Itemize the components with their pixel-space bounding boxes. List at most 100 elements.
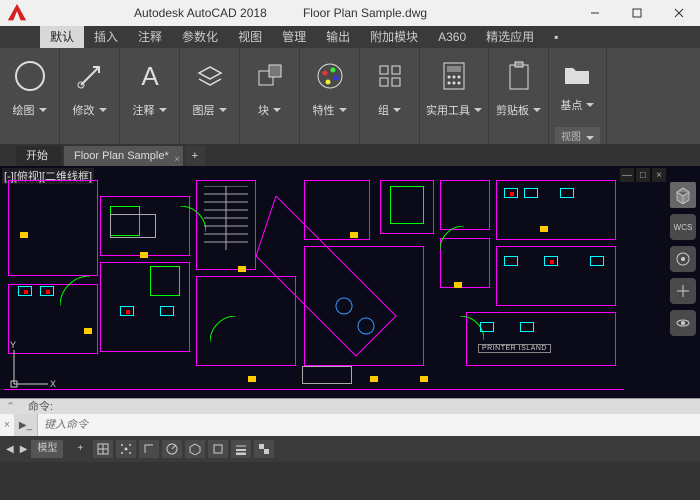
chevron-down-icon [273, 108, 281, 112]
panel-clipboard[interactable]: 剪贴板 [489, 48, 549, 144]
folder-icon [559, 56, 595, 91]
panel-properties-label: 特性 [313, 102, 335, 118]
app-title: Autodesk AutoCAD 2018 [34, 6, 281, 20]
chevron-down-icon [586, 103, 594, 107]
svg-text:X: X [50, 379, 56, 389]
calculator-icon [436, 56, 472, 96]
menu-view[interactable]: 视图 [228, 26, 272, 48]
menu-overflow[interactable]: ▪ [544, 26, 568, 48]
panel-utilities-label: 实用工具 [426, 102, 470, 118]
menu-manage[interactable]: 管理 [272, 26, 316, 48]
app-logo[interactable] [0, 0, 34, 26]
osnap-icon[interactable] [208, 440, 228, 458]
tab-add[interactable]: + [185, 146, 205, 166]
status-icons [93, 440, 700, 458]
panel-modify[interactable]: 修改 [60, 48, 120, 144]
menu-a360[interactable]: A360 [428, 26, 476, 48]
chevron-up-icon[interactable]: ⌃ [6, 399, 15, 415]
modify-icon [72, 56, 108, 96]
command-line: × ▶_ [0, 414, 700, 436]
ucs-icon: X Y [8, 340, 58, 390]
group-icon [372, 56, 408, 96]
chevron-down-icon [474, 108, 482, 112]
vp-restore[interactable]: □ [636, 168, 650, 182]
panel-draw-label: 绘图 [13, 102, 35, 118]
panel-block[interactable]: 块 [240, 48, 300, 144]
command-history-text: 命令: [28, 401, 53, 413]
menu-output[interactable]: 输出 [316, 26, 360, 48]
command-input[interactable] [38, 419, 700, 431]
panel-layer-label: 图层 [193, 102, 215, 118]
menu-parametric[interactable]: 参数化 [172, 26, 228, 48]
polar-icon[interactable] [162, 440, 182, 458]
drawing-viewport[interactable]: [-][俯视][二维线框] — □ × WCS [0, 166, 700, 398]
svg-text:A: A [141, 61, 159, 91]
panel-base[interactable]: 基点 视图 [549, 48, 607, 144]
sb-arrow-left-icon[interactable]: ◀ [6, 444, 14, 455]
pan-icon[interactable] [670, 278, 696, 304]
orbit-icon[interactable] [670, 310, 696, 336]
sb-arrow-right-icon[interactable]: ▶ [20, 444, 28, 455]
chevron-down-icon [339, 108, 347, 112]
menu-annotate[interactable]: 注释 [128, 26, 172, 48]
panel-utilities[interactable]: 实用工具 [420, 48, 489, 144]
panel-base-label: 基点 [560, 97, 582, 113]
chevron-down-icon [533, 108, 541, 112]
tab-start[interactable]: 开始 [16, 146, 62, 166]
panel-properties[interactable]: 特性 [300, 48, 360, 144]
menu-bar: 默认 插入 注释 参数化 视图 管理 输出 附加模块 A360 精选应用 ▪ [0, 26, 700, 48]
file-tabs: 开始 Floor Plan Sample*× + [0, 144, 700, 166]
close-icon[interactable]: × [0, 419, 14, 431]
layout-tab-model[interactable]: 模型 [31, 440, 63, 458]
menu-insert[interactable]: 插入 [84, 26, 128, 48]
block-icon [252, 56, 288, 96]
panel-block-label: 块 [258, 102, 269, 118]
circle-icon [12, 56, 48, 96]
maximize-button[interactable] [616, 0, 658, 26]
lineweight-icon[interactable] [231, 440, 251, 458]
viewcube[interactable] [670, 182, 696, 208]
panel-group-label: 组 [378, 102, 389, 118]
status-bar: ◀ ▶ 模型 + [0, 436, 700, 462]
panel-layer[interactable]: 图层 [180, 48, 240, 144]
printer-island-label: PRINTER ISLAND [478, 344, 551, 353]
menu-default[interactable]: 默认 [40, 26, 84, 48]
svg-text:Y: Y [10, 340, 16, 350]
clipboard-icon [501, 56, 537, 96]
menu-addins[interactable]: 附加模块 [360, 26, 428, 48]
chevron-down-icon [99, 108, 107, 112]
menu-featured[interactable]: 精选应用 [476, 26, 544, 48]
tab-floorplan[interactable]: Floor Plan Sample*× [64, 146, 183, 166]
panel-sub-view[interactable]: 视图 [561, 132, 581, 143]
layout-tab-plus[interactable]: + [71, 440, 89, 458]
title-bar: Autodesk AutoCAD 2018 Floor Plan Sample.… [0, 0, 700, 26]
panel-annotate-label: 注释 [133, 102, 155, 118]
panel-draw[interactable]: 绘图 [0, 48, 60, 144]
transparency-icon[interactable] [254, 440, 274, 458]
text-icon: A [132, 56, 168, 96]
panel-group[interactable]: 组 [360, 48, 420, 144]
snap-icon[interactable] [116, 440, 136, 458]
palette-icon [312, 56, 348, 96]
chevron-down-icon [39, 108, 47, 112]
wcs-label[interactable]: WCS [670, 214, 696, 240]
command-history: ⌃ 命令: [0, 398, 700, 414]
chevron-down-icon [393, 108, 401, 112]
ortho-icon[interactable] [139, 440, 159, 458]
grid-icon[interactable] [93, 440, 113, 458]
chevron-down-icon [159, 108, 167, 112]
minimize-button[interactable] [574, 0, 616, 26]
chevron-down-icon [219, 108, 227, 112]
nav-wheel-icon[interactable] [670, 246, 696, 272]
panel-modify-label: 修改 [73, 102, 95, 118]
panel-clipboard-label: 剪贴板 [496, 102, 529, 118]
isoplane-icon[interactable] [185, 440, 205, 458]
command-prompt-icon[interactable]: ▶_ [14, 414, 38, 436]
ribbon: 绘图 修改 A 注释 图层 块 特性 组 实用工具 剪贴板 基点 视图 [0, 48, 700, 144]
panel-annotate[interactable]: A 注释 [120, 48, 180, 144]
file-name: Floor Plan Sample.dwg [281, 6, 427, 20]
vp-close[interactable]: × [652, 168, 666, 182]
navigation-tools: WCS [668, 182, 698, 336]
close-button[interactable] [658, 0, 700, 26]
layers-icon [192, 56, 228, 96]
